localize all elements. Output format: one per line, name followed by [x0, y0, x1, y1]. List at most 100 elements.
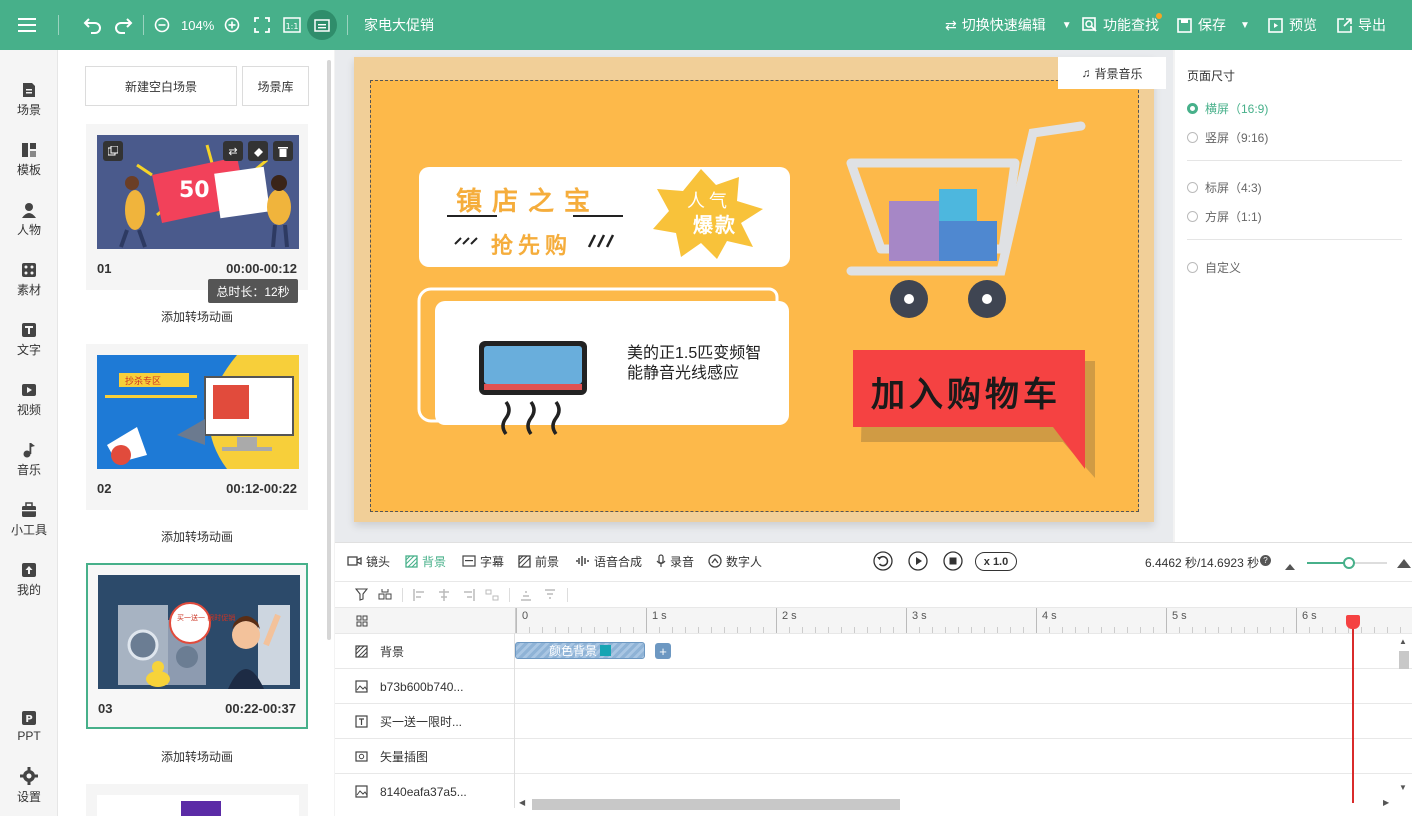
- tool-digital-human[interactable]: 数字人: [708, 542, 762, 580]
- subtitle-tool-icon[interactable]: [307, 0, 337, 50]
- size-option-portrait[interactable]: 竖屏（9:16): [1187, 129, 1268, 146]
- copy-scene-icon[interactable]: [103, 141, 123, 161]
- delete-scene-icon[interactable]: [273, 141, 293, 161]
- track-label[interactable]: 背景: [355, 634, 404, 669]
- nav-settings-label: 设置: [16, 790, 41, 804]
- undo-icon[interactable]: [83, 0, 103, 50]
- scene-card-02[interactable]: 抄杀专区 02 00:12-00:22: [86, 344, 308, 510]
- save-button[interactable]: 保存: [1177, 0, 1226, 50]
- feature-search-button[interactable]: 功能查找: [1082, 0, 1162, 50]
- zoom-in-icon[interactable]: [224, 0, 240, 50]
- popular-line2[interactable]: 爆款: [693, 209, 737, 238]
- track-label[interactable]: 买一送一限时...: [355, 704, 462, 739]
- bg-color-clip[interactable]: 颜色背景: [515, 642, 645, 659]
- size-option-landscape[interactable]: 横屏（16:9): [1187, 100, 1268, 117]
- timeline-zoom-slider[interactable]: [1307, 557, 1387, 569]
- timeline-track-row[interactable]: 背景: [335, 633, 1412, 668]
- tool-subtitle[interactable]: 字幕: [462, 542, 504, 580]
- speed-button[interactable]: x 1.0: [975, 552, 1017, 571]
- nav-toolbox-label: 小工具: [10, 523, 47, 537]
- grid-icon[interactable]: [356, 615, 368, 627]
- export-button[interactable]: 导出: [1337, 0, 1386, 50]
- vertical-scrollbar[interactable]: ▲ ▼: [1399, 637, 1409, 803]
- subtitle-icon: [462, 555, 476, 567]
- nav-material[interactable]: 素材: [0, 252, 58, 308]
- nav-text[interactable]: 文字: [0, 312, 58, 368]
- nav-ppt[interactable]: P PPT: [0, 698, 58, 754]
- scene-card-03[interactable]: 买一送一 限时促销 03 00:22-00:37: [86, 563, 308, 729]
- color-swatch: [600, 645, 611, 656]
- stop-icon[interactable]: [943, 551, 963, 574]
- size-option-square[interactable]: 方屏（1:1): [1187, 208, 1262, 225]
- add-clip-icon[interactable]: +: [655, 643, 671, 659]
- nav-template-label: 模板: [16, 163, 41, 177]
- scene-card-01[interactable]: 50 ⇄ 01 00:00-00:12: [86, 124, 308, 290]
- scene-library-button[interactable]: 场景库: [242, 66, 309, 106]
- arrange-up-icon[interactable]: [519, 588, 533, 602]
- nav-toolbox[interactable]: 小工具: [0, 492, 58, 548]
- group-icon[interactable]: [378, 588, 392, 602]
- save-dropdown-icon[interactable]: ▼: [1240, 0, 1250, 50]
- tool-foreground[interactable]: 前景: [518, 542, 559, 580]
- nav-person[interactable]: 人物: [0, 192, 58, 248]
- nav-template[interactable]: 模板: [0, 132, 58, 188]
- playhead[interactable]: [1346, 615, 1360, 803]
- rewind-icon[interactable]: [873, 551, 893, 574]
- nav-music[interactable]: 音乐: [0, 432, 58, 488]
- eraser-icon[interactable]: [248, 141, 268, 161]
- track-label[interactable]: 矢量插图: [355, 739, 428, 774]
- horizontal-scrollbar[interactable]: ◀ ▶: [517, 798, 1389, 810]
- add-transition-link[interactable]: 添加转场动画: [86, 528, 308, 545]
- play-icon[interactable]: [908, 551, 928, 574]
- zoom-out-icon[interactable]: [154, 0, 170, 50]
- timeline-track-row[interactable]: 买一送一限时...: [335, 703, 1412, 738]
- track-label[interactable]: b73b600b740...: [355, 669, 463, 704]
- track-name: 8140eafa37a5...: [380, 784, 467, 799]
- align-right-icon[interactable]: [461, 588, 475, 602]
- bg-music-button[interactable]: ♫ 背景音乐: [1058, 57, 1166, 89]
- preview-button[interactable]: 预览: [1268, 0, 1317, 50]
- nav-mine-label: 我的: [16, 583, 41, 597]
- tool-camera[interactable]: 镜头: [347, 542, 390, 580]
- nav-scene[interactable]: 场景: [0, 72, 58, 128]
- size-option-custom[interactable]: 自定义: [1187, 259, 1241, 276]
- redo-icon[interactable]: [113, 0, 133, 50]
- add-transition-link[interactable]: 添加转场动画: [86, 748, 308, 765]
- size-option-standard[interactable]: 标屏（4:3): [1187, 179, 1262, 196]
- tool-background[interactable]: 背景: [405, 542, 446, 580]
- distribute-icon[interactable]: [485, 588, 499, 602]
- project-title[interactable]: 家电大促销: [364, 0, 434, 50]
- tool-record[interactable]: 录音: [656, 542, 694, 580]
- nav-settings[interactable]: 设置: [0, 758, 58, 814]
- nav-mine[interactable]: 我的: [0, 552, 58, 608]
- fullscreen-icon[interactable]: [254, 0, 270, 50]
- nav-person-label: 人物: [16, 223, 41, 237]
- product-description[interactable]: 美的正1.5匹变频智能静音光线感应: [627, 344, 767, 384]
- track-label[interactable]: 8140eafa37a5...: [355, 774, 467, 809]
- add-transition-link[interactable]: 添加转场动画: [86, 308, 308, 325]
- align-left-icon[interactable]: [413, 588, 427, 602]
- timeline-track-row[interactable]: 矢量插图: [335, 738, 1412, 773]
- actual-size-icon[interactable]: 1:1: [283, 0, 301, 50]
- add-to-cart-text[interactable]: 加入购物车: [871, 367, 1061, 416]
- help-icon[interactable]: ?: [1260, 555, 1271, 566]
- filter-icon[interactable]: [355, 588, 368, 601]
- camera-icon: [347, 556, 362, 566]
- timeline-track-row[interactable]: b73b600b740...: [335, 668, 1412, 703]
- swap-scene-icon[interactable]: ⇄: [223, 141, 243, 161]
- canvas[interactable]: 镇店之宝 抢先购 人气 爆款 美的正1.5匹变频智能静音光线感应 加入购物车: [370, 80, 1139, 512]
- align-center-icon[interactable]: [437, 588, 451, 602]
- zoom-out-timeline-icon[interactable]: [1285, 558, 1295, 573]
- treasure-title[interactable]: 镇店之宝: [456, 181, 600, 218]
- grab-text[interactable]: 抢先购: [491, 228, 572, 260]
- timeline-ruler[interactable]: 0 1 s 2 s 3 s 4 s 5 s 6 s: [335, 607, 1412, 634]
- quick-edit-button[interactable]: ⇄ 切换快速编辑 ▼: [945, 0, 1072, 50]
- arrange-down-icon[interactable]: [543, 588, 557, 602]
- tool-tts[interactable]: 语音合成: [575, 542, 642, 580]
- menu-icon[interactable]: [18, 0, 38, 50]
- scenes-scrollbar[interactable]: [327, 60, 331, 640]
- nav-video[interactable]: 视频: [0, 372, 58, 428]
- new-blank-scene-button[interactable]: 新建空白场景: [85, 66, 237, 106]
- scene-card-04[interactable]: [86, 784, 308, 816]
- zoom-in-timeline-icon[interactable]: [1397, 556, 1411, 571]
